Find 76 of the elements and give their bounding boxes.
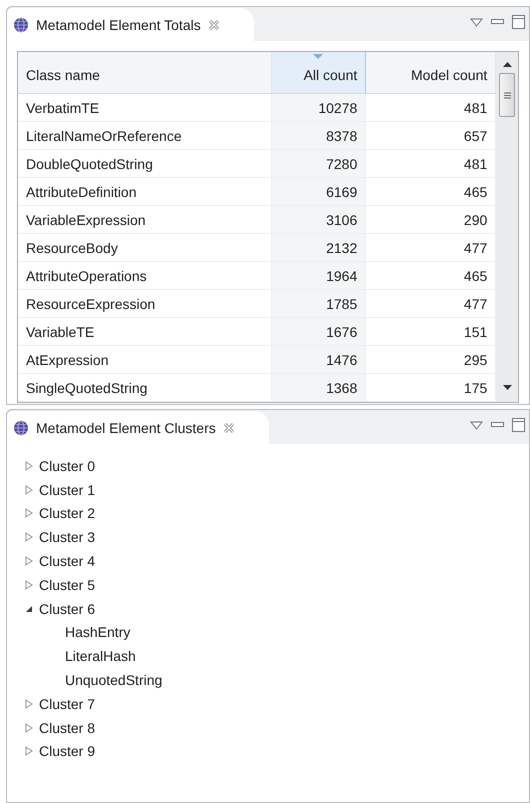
expanded-arrow-icon[interactable] <box>25 604 33 613</box>
table-cell: AtExpression <box>18 346 272 374</box>
column-header[interactable]: All count <box>271 52 366 94</box>
tree-item[interactable]: Cluster 4 <box>39 553 96 570</box>
tree-item[interactable]: Cluster 1 <box>39 482 96 498</box>
table-cell: 3106 <box>271 206 366 234</box>
scroll-up-icon[interactable] <box>502 62 512 67</box>
tree-item[interactable]: Cluster 8 <box>39 720 96 736</box>
table-cell: 1676 <box>271 318 366 346</box>
collapsed-arrow-icon[interactable] <box>25 746 33 756</box>
view-menu-icon[interactable] <box>470 420 483 430</box>
table-cell: VariableExpression <box>18 206 272 234</box>
globe-icon <box>13 420 29 436</box>
table-cell: 481 <box>366 150 496 178</box>
collapsed-arrow-icon[interactable] <box>25 484 33 495</box>
vertical-scrollbar[interactable] <box>496 52 518 402</box>
table-cell: DoubleQuotedString <box>18 150 272 178</box>
table-cell: LiteralNameOrReference <box>18 122 272 150</box>
column-header[interactable]: Class name <box>18 52 272 94</box>
tree-item[interactable]: Cluster 6 <box>39 600 96 617</box>
table-cell: 1476 <box>271 346 366 374</box>
table-cell: AttributeDefinition <box>18 178 272 206</box>
table-cell: 8378 <box>271 122 366 150</box>
table-cell: 1368 <box>271 374 366 402</box>
table-cell: 151 <box>366 318 496 346</box>
tree-item[interactable]: UnquotedString <box>65 672 162 688</box>
table-cell: 2132 <box>271 234 366 262</box>
table-cell: 465 <box>366 178 496 206</box>
tree-item[interactable]: LiteralHash <box>65 648 136 664</box>
tree-item[interactable]: Cluster 5 <box>39 576 96 593</box>
globe-icon <box>13 16 29 32</box>
table-cell: 175 <box>366 374 496 402</box>
scrollbar-thumb[interactable] <box>499 73 516 117</box>
tree-item[interactable]: Cluster 2 <box>39 505 96 522</box>
table-cell: 481 <box>366 94 496 122</box>
table-cell: 657 <box>366 122 496 150</box>
scroll-down-icon[interactable] <box>502 385 512 390</box>
tree-item[interactable]: Cluster 3 <box>39 529 96 546</box>
table-cell: 477 <box>366 234 496 262</box>
collapsed-arrow-icon[interactable] <box>25 722 33 733</box>
tree-item[interactable]: Cluster 7 <box>39 696 96 712</box>
tree-item[interactable]: Cluster 9 <box>39 743 96 760</box>
maximize-icon[interactable] <box>512 418 525 432</box>
table-cell: 477 <box>366 290 496 318</box>
table-cell: 290 <box>366 206 496 234</box>
table-cell: AttributeOperations <box>18 262 272 290</box>
table-cell: VerbatimTE <box>18 94 272 122</box>
minimize-icon[interactable] <box>491 19 504 25</box>
view-menu-icon[interactable] <box>470 18 483 26</box>
collapsed-arrow-icon[interactable] <box>25 580 33 590</box>
view-tab[interactable]: Metamodel Element Totals <box>7 8 254 41</box>
collapsed-arrow-icon[interactable] <box>25 460 33 471</box>
table-cell: ResourceBody <box>18 234 272 262</box>
tree-item[interactable]: HashEntry <box>65 624 130 640</box>
sort-arrow-icon <box>313 54 324 59</box>
close-icon[interactable] <box>208 18 220 30</box>
table-cell: ResourceExpression <box>18 290 272 318</box>
minimize-icon[interactable] <box>491 422 504 428</box>
collapsed-arrow-icon[interactable] <box>25 698 33 709</box>
collapsed-arrow-icon[interactable] <box>25 532 33 542</box>
table-cell: 10278 <box>271 94 366 122</box>
table-cell: 1785 <box>271 290 366 318</box>
tree-item[interactable]: Cluster 0 <box>39 458 96 474</box>
table-cell: 7280 <box>271 150 366 178</box>
table-cell: 295 <box>366 346 496 374</box>
column-header[interactable]: Model count <box>366 52 496 94</box>
table-cell: VariableTE <box>18 318 272 346</box>
table-cell: 6169 <box>271 178 366 206</box>
collapsed-arrow-icon[interactable] <box>25 508 33 518</box>
table-cell: SingleQuotedString <box>18 374 272 402</box>
close-icon[interactable] <box>222 422 235 434</box>
collapsed-arrow-icon[interactable] <box>25 556 33 566</box>
table-cell: 1964 <box>271 262 366 290</box>
maximize-icon[interactable] <box>512 15 525 29</box>
view-tab[interactable]: Metamodel Element Clusters <box>7 411 269 444</box>
table-cell: 465 <box>366 262 496 290</box>
